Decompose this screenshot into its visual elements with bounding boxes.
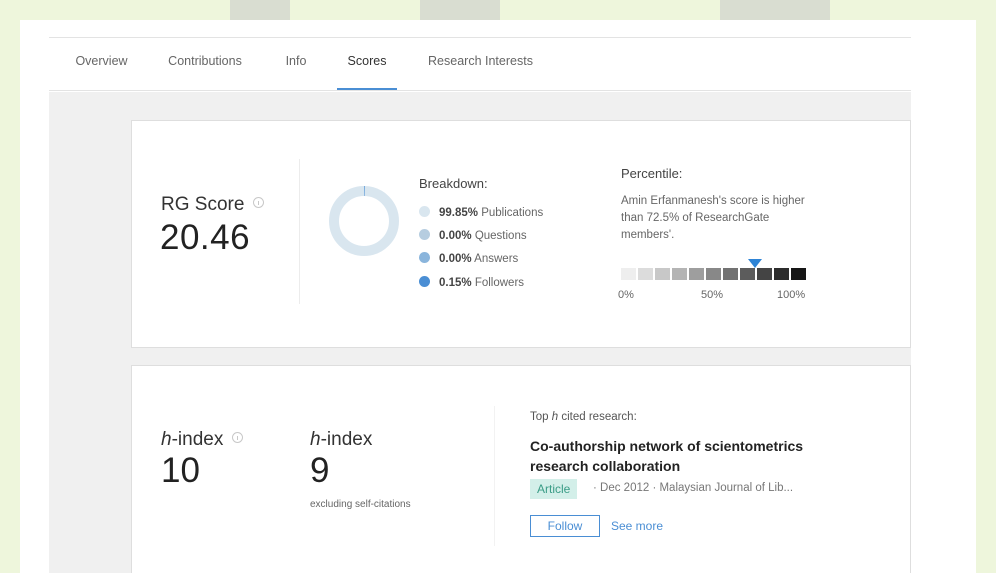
percentile-description: Amin Erfanmanesh's score is higher than … xyxy=(621,195,805,241)
breakdown-item-followers: 0.15% Followers xyxy=(419,275,524,291)
rg-score-label: RG Score xyxy=(161,194,245,215)
divider xyxy=(494,406,495,546)
rg-score-card: RG Score 20.46 Breakdown: 99.85% Publica… xyxy=(131,120,911,348)
watermark-shape xyxy=(720,0,830,20)
percentile-tick-0: 0% xyxy=(618,289,634,301)
article-type-badge: Article xyxy=(530,479,578,499)
percentile-marker-icon xyxy=(748,259,763,268)
percentile-title: Percentile: xyxy=(621,166,683,181)
publications-dot xyxy=(419,206,430,218)
watermark-shape xyxy=(420,0,500,20)
breakdown-percent: 0.15% xyxy=(439,277,472,289)
percentile-scale-block xyxy=(706,268,721,280)
tab-research-interests[interactable]: Research Interests xyxy=(423,38,538,90)
breakdown-percent: 0.00% xyxy=(439,253,472,265)
tab-scores[interactable]: Scores xyxy=(337,38,397,90)
breakdown-name: Answers xyxy=(474,253,519,265)
percentile-scale xyxy=(621,268,808,280)
breakdown-title: Breakdown: xyxy=(419,176,488,191)
percentile-scale-block xyxy=(740,268,755,280)
tab-overview[interactable]: Overview xyxy=(74,38,129,90)
breakdown-donut-chart xyxy=(329,186,399,256)
percentile-tick-50: 50% xyxy=(701,289,724,301)
percentile-scale-block xyxy=(791,268,806,280)
percentile-scale-block xyxy=(723,268,738,280)
h-index-value: 10 xyxy=(161,451,200,490)
breakdown-percent: 0.00% xyxy=(439,230,472,242)
breakdown-name: Publications xyxy=(481,207,544,219)
answers-dot xyxy=(419,252,430,264)
breakdown-item-publications: 99.85% Publications xyxy=(419,205,543,221)
followers-dot xyxy=(419,276,430,288)
h-index-heading: h-index xyxy=(161,429,244,451)
percentile-scale-block xyxy=(774,268,789,280)
tab-info[interactable]: Info xyxy=(281,38,311,90)
info-icon[interactable] xyxy=(232,432,244,444)
profile-tabs: Overview Contributions Info Scores Resea… xyxy=(49,37,911,91)
index-text: -index xyxy=(320,429,373,450)
percentile-scale-block xyxy=(757,268,772,280)
h-index-excluding-value: 9 xyxy=(310,451,330,490)
breakdown-item-answers: 0.00% Answers xyxy=(419,251,518,267)
h-index-excluding-heading: h-index xyxy=(310,429,372,451)
breakdown-name: Followers xyxy=(474,277,525,289)
paper-meta: · Dec 2012 · Malaysian Journal of Lib... xyxy=(593,482,794,494)
percentile-tick-100: 100% xyxy=(777,289,806,301)
breakdown-item-questions: 0.00% Questions xyxy=(419,228,527,244)
percentile-scale-block xyxy=(638,268,653,280)
percentile-scale-block xyxy=(621,268,636,280)
follow-button[interactable]: Follow xyxy=(530,515,600,537)
h-letter: h xyxy=(310,429,321,450)
tab-contributions[interactable]: Contributions xyxy=(164,38,246,90)
top-cited-prefix: Top xyxy=(530,411,552,423)
top-cited-suffix: cited research: xyxy=(558,411,637,423)
h-index-card: h-index 10 h-index 9 excluding self-cita… xyxy=(131,365,911,573)
percentile-scale-block xyxy=(689,268,704,280)
percentile-scale-block xyxy=(672,268,687,280)
h-letter: h xyxy=(161,429,172,450)
index-text: -index xyxy=(171,429,224,450)
info-icon[interactable] xyxy=(253,197,265,209)
h-index-excluding-subtitle: excluding self-citations xyxy=(310,499,411,510)
percentile-scale-block xyxy=(655,268,670,280)
breakdown-percent: 99.85% xyxy=(439,207,479,219)
divider xyxy=(299,159,300,304)
questions-dot xyxy=(419,229,430,241)
rg-score-value: 20.46 xyxy=(160,218,251,257)
rg-score-heading: RG Score xyxy=(161,194,265,216)
breakdown-name: Questions xyxy=(474,230,527,242)
donut-publications-segment xyxy=(329,186,399,256)
top-cited-paper-title[interactable]: Co-authorship network of scientometrics … xyxy=(530,436,830,476)
watermark-shape xyxy=(230,0,290,20)
top-cited-label: Top h cited research: xyxy=(530,411,637,423)
see-more-link[interactable]: See more xyxy=(611,519,663,533)
